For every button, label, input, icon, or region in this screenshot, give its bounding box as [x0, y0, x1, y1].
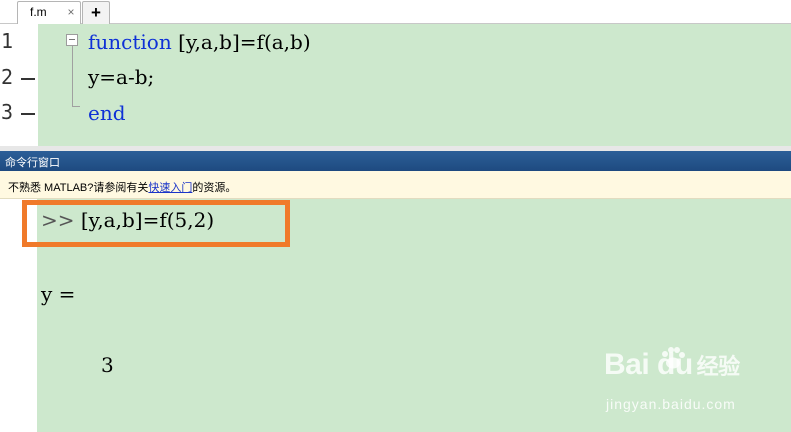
code-editor[interactable]: 1 2 3 function [y,a,b]=f(a,b) y=a-b; end — [0, 24, 791, 146]
getting-started-link[interactable]: 快速入门 — [148, 182, 192, 194]
line-number: 3 — [1, 100, 14, 124]
code-line-1: function [y,a,b]=f(a,b) — [88, 30, 311, 54]
tab-label: f.m — [30, 5, 47, 19]
keyword-function: function — [88, 30, 172, 54]
prompt-symbol: >> — [41, 208, 75, 232]
tab-f-m[interactable]: f.m × — [17, 1, 81, 24]
plus-icon: + — [91, 3, 101, 22]
info-suffix: 的资源。 — [192, 182, 237, 194]
command-input-line[interactable]: >> [y,a,b]=f(5,2) — [41, 208, 214, 232]
command-window[interactable] — [0, 199, 791, 432]
command-text: [y,a,b]=f(5,2) — [74, 208, 215, 232]
fold-collapse-icon[interactable] — [66, 34, 78, 46]
function-signature: [y,a,b]=f(a,b) — [171, 30, 311, 54]
output-value: 3 — [101, 353, 114, 377]
info-bar: 不熟悉 MATLAB?请参阅有关快速入门的资源。 — [0, 171, 791, 199]
add-tab-button[interactable]: + — [82, 1, 110, 24]
line-number: 2 — [1, 65, 14, 89]
close-icon[interactable]: × — [64, 4, 78, 20]
command-window-title: 命令行窗口 — [5, 157, 60, 169]
editor-tab-bar: f.m × + — [0, 0, 791, 24]
output-variable: y = — [41, 282, 76, 306]
keyword-end: end — [88, 101, 126, 125]
code-line-3: end — [88, 101, 126, 125]
line-number-gutter: 1 2 3 — [0, 24, 38, 146]
command-output-area[interactable] — [37, 199, 791, 432]
code-line-2: y=a-b; — [88, 65, 155, 89]
breakpoint-dash-icon[interactable] — [21, 113, 35, 115]
info-message: 不熟悉 MATLAB?请参阅有关快速入门的资源。 — [8, 179, 236, 195]
fold-guide-line — [72, 46, 73, 106]
breakpoint-dash-icon[interactable] — [21, 78, 35, 80]
line-number: 1 — [1, 29, 14, 53]
info-prefix: 不熟悉 MATLAB?请参阅有关 — [8, 182, 149, 194]
command-window-titlebar[interactable]: 命令行窗口 — [0, 151, 791, 171]
fold-guide-end — [72, 106, 80, 107]
